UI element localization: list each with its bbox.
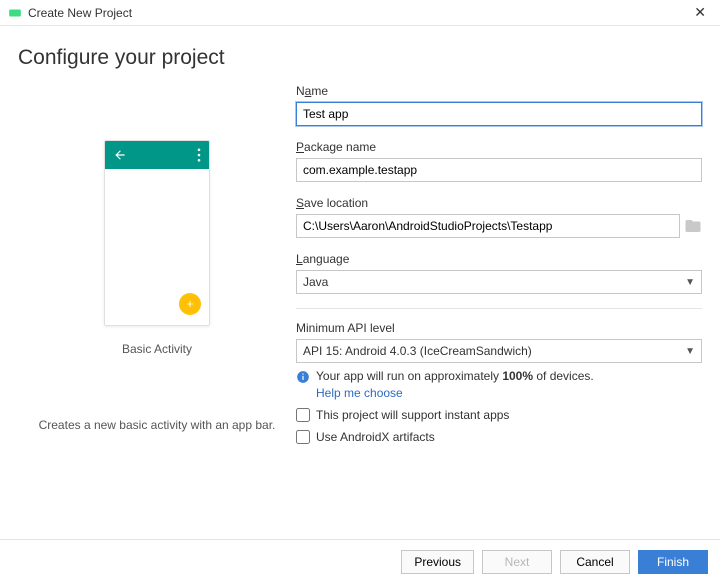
previous-button[interactable]: Previous [401,550,474,574]
browse-folder-icon[interactable] [684,217,702,235]
preview-description: Creates a new basic activity with an app… [31,418,284,432]
page-title: Configure your project [18,46,702,70]
phone-body [105,169,209,325]
name-input[interactable] [296,102,702,126]
chevron-down-icon: ▼ [685,277,695,288]
save-location-input[interactable] [296,214,680,238]
title-bar: Create New Project ✕ [0,0,720,26]
next-button[interactable]: Next [482,550,552,574]
api-level-select[interactable]: API 15: Android 4.0.3 (IceCreamSandwich)… [296,339,702,363]
preview-pane: Basic Activity Creates a new basic activ… [18,80,296,444]
package-input[interactable] [296,158,702,182]
phone-appbar [105,141,209,169]
androidx-label: Use AndroidX artifacts [316,430,435,444]
name-label: Name [296,84,702,98]
help-me-choose-link[interactable]: Help me choose [316,386,403,400]
android-studio-icon [8,6,22,20]
api-section-label: Minimum API level [296,321,702,335]
overflow-menu-icon [197,148,201,162]
phone-preview [104,140,210,326]
finish-button[interactable]: Finish [638,550,708,574]
chevron-down-icon: ▼ [685,346,695,357]
fab-icon [179,293,201,315]
info-icon [296,370,310,384]
back-arrow-icon [113,148,127,162]
preview-label: Basic Activity [122,342,192,356]
language-label: Language [296,252,702,266]
close-icon[interactable]: ✕ [688,2,712,23]
api-info-text: Your app will run on approximately 100% … [316,369,594,383]
package-label: Package name [296,140,702,154]
api-level-value: API 15: Android 4.0.3 (IceCreamSandwich) [303,344,532,358]
instant-apps-label: This project will support instant apps [316,408,509,422]
footer-buttons: Previous Next Cancel Finish [0,539,720,583]
androidx-checkbox[interactable] [296,430,310,444]
cancel-button[interactable]: Cancel [560,550,630,574]
language-select[interactable]: Java ▼ [296,270,702,294]
save-location-label: Save location [296,196,702,210]
language-value: Java [303,275,328,289]
window-title: Create New Project [28,6,688,20]
form-pane: Name Package name Save location Language… [296,80,702,444]
instant-apps-checkbox[interactable] [296,408,310,422]
page-header: Configure your project [0,26,720,80]
divider [296,308,702,309]
